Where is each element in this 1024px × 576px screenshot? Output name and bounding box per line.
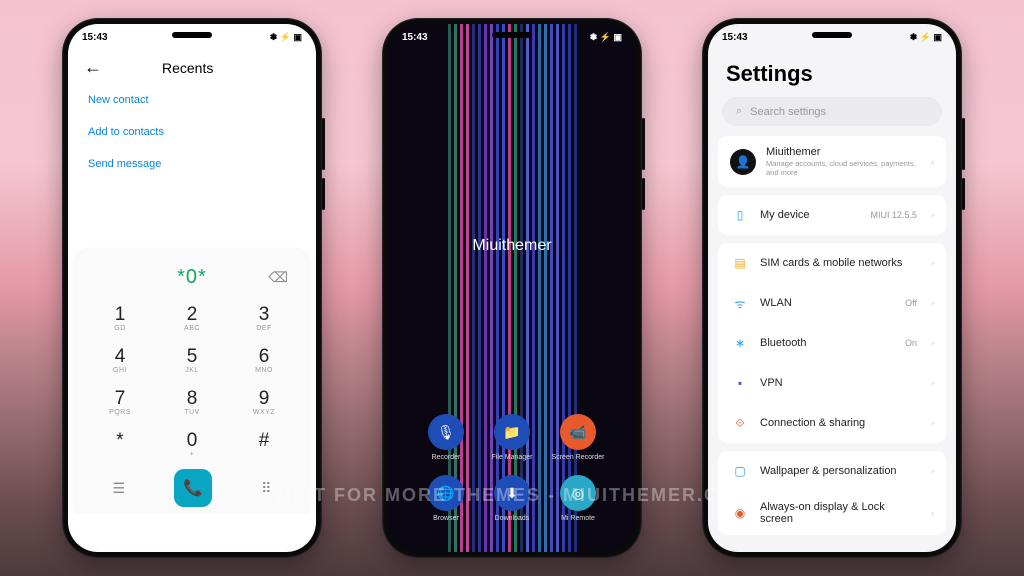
device-card: ▯ My device MIUI 12.5.5 › — [718, 195, 946, 235]
notch — [492, 32, 532, 38]
search-placeholder: Search settings — [750, 106, 826, 118]
device-label: My device — [760, 209, 860, 221]
app-label: Downloads — [495, 515, 530, 522]
dialkey-1[interactable]: 1GD — [88, 299, 152, 337]
chevron-icon: › — [931, 466, 934, 476]
settings-row-sim-cards-mobile-networks[interactable]: ▤ SIM cards & mobile networks › — [718, 243, 946, 283]
dialkey-4[interactable]: 4GHI — [88, 341, 152, 379]
page-title: Recents — [162, 60, 213, 76]
dialkey-3[interactable]: 3DEF — [232, 299, 296, 337]
account-row[interactable]: 👤 Miuithemer Manage accounts, cloud serv… — [718, 136, 946, 187]
account-main: Miuithemer Manage accounts, cloud servic… — [766, 146, 917, 177]
row-icon: ᯤ — [730, 293, 750, 313]
dialpad-grid: 1GD2ABC3DEF 4GHI5JKL6MNO 7PQRS8TUV9WXYZ *0+… — [88, 299, 296, 463]
row-value: On — [905, 338, 917, 348]
settings-row-vpn[interactable]: ▪ VPN › — [718, 363, 946, 403]
app-label: Browser — [433, 515, 459, 522]
chevron-icon: › — [931, 298, 934, 308]
dialkey-5[interactable]: 5JKL — [160, 341, 224, 379]
settings-title: Settings — [708, 47, 956, 97]
recents-header: ← Recents — [68, 47, 316, 84]
dial-display: *0* ⌫ — [88, 260, 296, 299]
row-icon: ∗ — [730, 333, 750, 353]
row-label: Bluetooth — [760, 337, 895, 349]
screen-settings: 15:43 ✽ ⚡ ▣ Settings ⌕ Search settings 👤… — [708, 24, 956, 552]
avatar-icon: 👤 — [730, 149, 756, 175]
row-label: SIM cards & mobile networks — [760, 257, 917, 269]
brand-text: Miuithemer — [472, 237, 551, 255]
phone-dialer: 15:43 ✽ ⚡ ▣ ← Recents New contact Add to… — [62, 18, 322, 558]
settings-row-connection-sharing[interactable]: ⟐ Connection & sharing › — [718, 403, 946, 443]
row-label: VPN — [760, 377, 917, 389]
phone-settings: 15:43 ✽ ⚡ ▣ Settings ⌕ Search settings 👤… — [702, 18, 962, 558]
notch — [812, 32, 852, 38]
app-icon: 📁 — [494, 414, 530, 450]
chevron-icon: › — [931, 418, 934, 428]
account-name: Miuithemer — [766, 146, 917, 158]
app-recorder[interactable]: 🎙 Recorder — [428, 414, 464, 461]
row-icon: ◉ — [730, 503, 750, 523]
account-sub: Manage accounts, cloud services, payment… — [766, 159, 917, 177]
row-icon: ▪ — [730, 373, 750, 393]
row-label: WLAN — [760, 297, 895, 309]
dialkey-2[interactable]: 2ABC — [160, 299, 224, 337]
dialkey-9[interactable]: 9WXYZ — [232, 383, 296, 421]
new-contact-link[interactable]: New contact — [88, 84, 296, 116]
screen-home: 15:43 ✽ ⚡ ▣ Miuithemer 🎙Recorder📁File Ma… — [388, 24, 636, 552]
dialkey-#[interactable]: # — [232, 425, 296, 463]
dialkey-*[interactable]: * — [88, 425, 152, 463]
chevron-icon: › — [931, 258, 934, 268]
app-icon: 🎙 — [428, 414, 464, 450]
my-device-row[interactable]: ▯ My device MIUI 12.5.5 › — [718, 195, 946, 235]
search-icon: ⌕ — [736, 105, 742, 118]
app-icon: 📹 — [560, 414, 596, 450]
row-label: Connection & sharing — [760, 417, 917, 429]
app-label: Recorder — [432, 454, 461, 461]
dialpad-panel: *0* ⌫ 1GD2ABC3DEF 4GHI5JKL6MNO 7PQRS8TUV9W… — [74, 250, 310, 513]
dialkey-0[interactable]: 0+ — [160, 425, 224, 463]
status-time: 15:43 — [82, 32, 108, 43]
status-time: 15:43 — [722, 32, 748, 43]
device-icon: ▯ — [730, 205, 750, 225]
status-icons: ✽ ⚡ ▣ — [270, 32, 302, 43]
backspace-icon[interactable]: ⌫ — [268, 269, 288, 286]
app-screen-recorder[interactable]: 📹 Screen Recorder — [552, 414, 605, 461]
chevron-icon: › — [931, 210, 934, 220]
dialkey-8[interactable]: 8TUV — [160, 383, 224, 421]
action-links: New contact Add to contacts Send message — [68, 84, 316, 180]
dialkey-6[interactable]: 6MNO — [232, 341, 296, 379]
chevron-icon: › — [931, 508, 934, 518]
row-icon: ⟐ — [730, 413, 750, 433]
app-file-manager[interactable]: 📁 File Manager — [492, 414, 533, 461]
row-icon: ▤ — [730, 253, 750, 273]
row-icon: ▢ — [730, 461, 750, 481]
search-input[interactable]: ⌕ Search settings — [722, 97, 942, 126]
dialkey-7[interactable]: 7PQRS — [88, 383, 152, 421]
notch — [172, 32, 212, 38]
app-label: Mi Remote — [561, 515, 595, 522]
app-label: Screen Recorder — [552, 454, 605, 461]
screen-dialer: 15:43 ✽ ⚡ ▣ ← Recents New contact Add to… — [68, 24, 316, 552]
chevron-icon: › — [931, 378, 934, 388]
settings-row-wlan[interactable]: ᯤ WLAN Off › — [718, 283, 946, 323]
add-to-contacts-link[interactable]: Add to contacts — [88, 116, 296, 148]
row-label: Wallpaper & personalization — [760, 465, 917, 477]
app-label: File Manager — [492, 454, 533, 461]
status-icons: ✽ ⚡ ▣ — [910, 32, 942, 43]
watermark: VISIT FOR MORE THEMES - MIUITHEMER.COM — [0, 485, 1024, 506]
back-icon[interactable]: ← — [84, 57, 102, 78]
network-card: ▤ SIM cards & mobile networks › ᯤ WLAN Off › ∗ B… — [718, 243, 946, 443]
settings-row-bluetooth[interactable]: ∗ Bluetooth On › — [718, 323, 946, 363]
chevron-icon: › — [931, 338, 934, 348]
dialed-number: *0* — [177, 266, 207, 289]
row-value: Off — [905, 298, 917, 308]
phone-home: 15:43 ✽ ⚡ ▣ Miuithemer 🎙Recorder📁File Ma… — [382, 18, 642, 558]
send-message-link[interactable]: Send message — [88, 148, 296, 180]
account-card: 👤 Miuithemer Manage accounts, cloud serv… — [718, 136, 946, 187]
device-value: MIUI 12.5.5 — [870, 210, 917, 220]
chevron-icon: › — [931, 157, 934, 167]
